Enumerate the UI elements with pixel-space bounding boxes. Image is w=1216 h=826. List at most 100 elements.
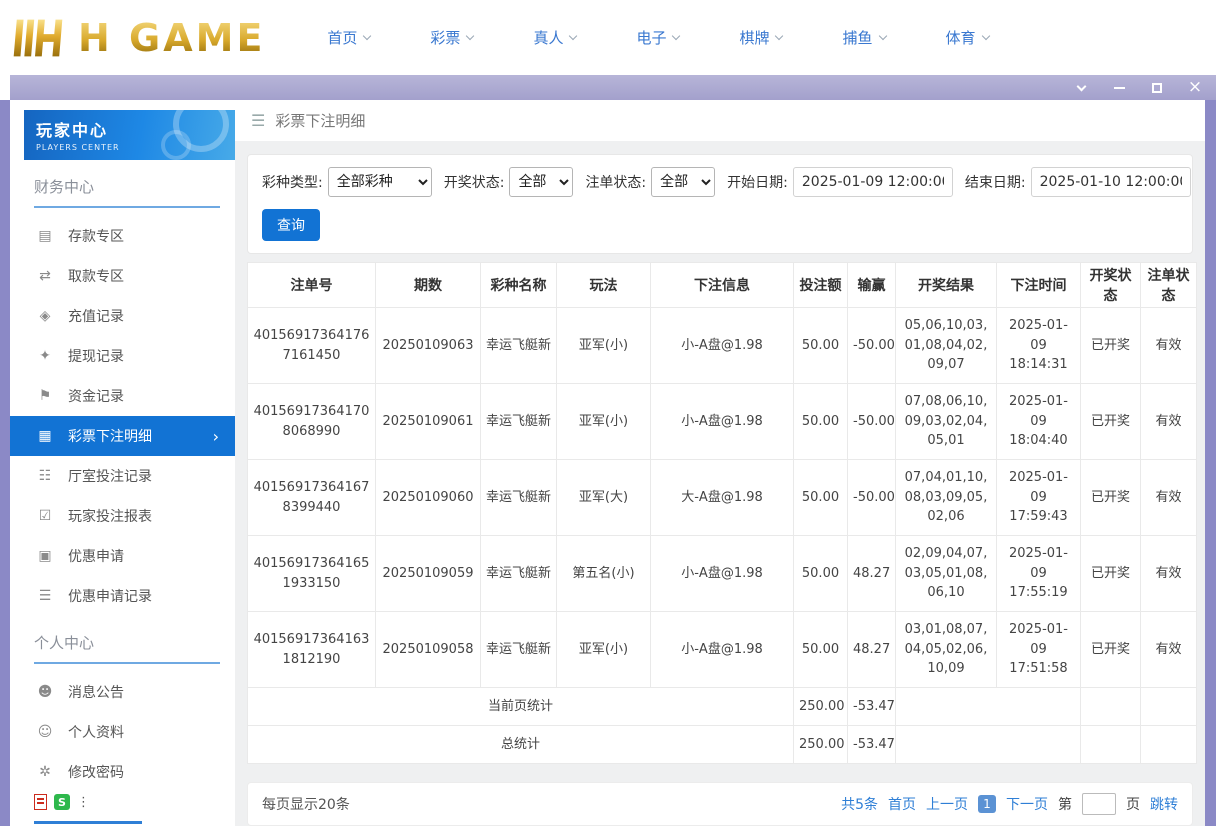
nav-item-live[interactable]: 真人 xyxy=(533,27,578,48)
document-app-icon[interactable] xyxy=(34,794,47,810)
cell-bet-amount: 50.00 xyxy=(793,459,848,536)
chevron-down-icon xyxy=(569,31,578,41)
top-site-bar: H GAME 首页 彩票 真人 电子 棋牌 捕鱼 体育 xyxy=(0,0,1216,75)
sidebar-item-change-password[interactable]: ✲ 修改密码 xyxy=(10,752,235,792)
cell-period: 20250109058 xyxy=(375,611,481,688)
nav-item-electronic[interactable]: 电子 xyxy=(636,27,681,48)
cell-win-loss: 48.27 xyxy=(847,611,896,688)
section-title-finance: 财务中心 xyxy=(34,176,220,208)
main-content: ☰ 彩票下注明细 彩种类型: 全部彩种 开奖状态: 全部 注单状态: 全部 开始… xyxy=(235,100,1205,826)
window-maximize-button[interactable] xyxy=(1150,81,1164,95)
window-close-button[interactable]: × xyxy=(1188,79,1202,96)
cell-draw-status: 已开奖 xyxy=(1080,459,1141,536)
cell-play-type: 亚军(小) xyxy=(556,611,651,688)
cell-order-status: 有效 xyxy=(1140,611,1197,688)
sidebar-item-hall-bet-record[interactable]: ☷ 厅室投注记录 xyxy=(10,456,235,496)
draw-status-filter: 开奖状态: 全部 xyxy=(444,167,574,197)
jump-prefix-label: 第 xyxy=(1058,797,1072,813)
cell-bet-amount: 50.00 xyxy=(793,307,848,384)
order-status-label: 注单状态: xyxy=(585,175,647,191)
sidebar-item-messages[interactable]: ☻ 消息公告 xyxy=(10,672,235,712)
nav-item-lottery[interactable]: 彩票 xyxy=(430,27,475,48)
cell-bet-amount: 50.00 xyxy=(793,611,848,688)
summary-bet-total: 250.00 xyxy=(793,687,848,726)
sidebar-item-label: 个人资料 xyxy=(68,725,124,741)
profile-icon: ☺ xyxy=(37,724,53,740)
sidebar-item-funds-record[interactable]: ⚑ 资金记录 xyxy=(10,376,235,416)
cell-play-type: 亚军(大) xyxy=(556,459,651,536)
total-count-text: 共5条 xyxy=(841,797,878,813)
chevron-right-icon: › xyxy=(212,426,219,446)
window-minimize-button[interactable] xyxy=(1112,81,1126,95)
cell-lottery-name: 幸运飞艇新 xyxy=(480,611,557,688)
window-collapse-button[interactable] xyxy=(1074,81,1088,95)
logo[interactable]: H GAME xyxy=(10,14,265,62)
pagination-bar: 每页显示20条 共5条 首页 上一页 1 下一页 第 页 跳转 xyxy=(247,782,1193,826)
nav-item-chess[interactable]: 棋牌 xyxy=(739,27,784,48)
page: H GAME 首页 彩票 真人 电子 棋牌 捕鱼 体育 × 玩家中心 PLAYE… xyxy=(0,0,1216,826)
sidebar-bottom-rule xyxy=(34,821,142,824)
cell-bet-info: 小-A盘@1.98 xyxy=(650,611,794,688)
jump-button[interactable]: 跳转 xyxy=(1150,794,1178,814)
deposit-icon: ▤ xyxy=(38,228,52,244)
end-date-input[interactable] xyxy=(1030,167,1191,197)
sidebar-item-lottery-bet-detail[interactable]: ▦ 彩票下注明细 › xyxy=(10,416,235,456)
summary-row-current-page: 当前页统计 250.00 -53.47 xyxy=(247,687,1197,726)
next-page-link[interactable]: 下一页 xyxy=(1006,794,1048,814)
first-page-link[interactable]: 首页 xyxy=(888,794,916,814)
cell-bet-amount: 50.00 xyxy=(793,383,848,460)
nav-item-label: 彩票 xyxy=(430,29,461,47)
sidebar-item-promo-apply[interactable]: ▣ 优惠申请 xyxy=(10,536,235,576)
personal-menu: ☻ 消息公告 ☺ 个人资料 ✲ 修改密码 xyxy=(10,672,235,792)
draw-status-select[interactable]: 全部 xyxy=(509,167,574,197)
sidebar-item-recharge-record[interactable]: ◈ 充值记录 xyxy=(10,296,235,336)
summary-empty xyxy=(1080,687,1141,726)
column-header: 注单号 xyxy=(247,262,376,308)
cell-bet-id: 401569173641678399440 xyxy=(247,459,376,536)
nav-item-home[interactable]: 首页 xyxy=(327,27,372,48)
sidebar-item-profile[interactable]: ☺ 个人资料 xyxy=(10,712,235,752)
nav-item-label: 电子 xyxy=(636,29,667,47)
nav-item-fishing[interactable]: 捕鱼 xyxy=(842,27,887,48)
message-icon: ☻ xyxy=(37,684,53,700)
cell-play-type: 第五名(小) xyxy=(556,535,651,612)
sidebar-item-withdraw[interactable]: ⇄ 取款专区 xyxy=(10,256,235,296)
column-header: 下注信息 xyxy=(650,262,794,308)
nav-item-sports[interactable]: 体育 xyxy=(946,27,990,48)
players-center-subtitle: PLAYERS CENTER xyxy=(36,143,120,152)
start-date-input[interactable] xyxy=(792,167,953,197)
chevron-down-icon xyxy=(775,31,784,41)
sidebar-item-label: 优惠申请记录 xyxy=(68,589,152,605)
withdraw-icon: ⇄ xyxy=(39,268,51,284)
page-jump-input[interactable] xyxy=(1082,793,1116,815)
more-dots-icon[interactable]: ⋮ xyxy=(77,795,90,810)
sidebar-item-promo-apply-record[interactable]: ☰ 优惠申请记录 xyxy=(10,576,235,616)
lottery-type-select[interactable]: 全部彩种 xyxy=(327,167,432,197)
page-title: 彩票下注明细 xyxy=(275,112,366,130)
promo-apply-record-icon: ☰ xyxy=(38,588,52,604)
sidebar-item-player-report[interactable]: ☑ 玩家投注报表 xyxy=(10,496,235,536)
app-body: 玩家中心 PLAYERS CENTER 财务中心 ▤ 存款专区 ⇄ 取款专区 ◈ 充值… xyxy=(0,100,1216,826)
menu-icon[interactable]: ☰ xyxy=(251,111,265,130)
table-row: 401569173641678399440 20250109060 幸运飞艇新 … xyxy=(247,459,1197,536)
summary-win-loss: -53.47 xyxy=(847,687,896,726)
summary-empty xyxy=(1080,725,1141,764)
cell-draw-result: 07,04,01,10,08,03,09,05,02,06 xyxy=(895,459,997,536)
cell-win-loss: -50.00 xyxy=(847,459,896,536)
window-titlebar: × xyxy=(10,75,1216,100)
cell-draw-result: 05,06,10,03,01,08,04,02,09,07 xyxy=(895,307,997,384)
hall-bet-record-icon: ☷ xyxy=(38,468,52,484)
column-header: 投注额 xyxy=(793,262,848,308)
search-button[interactable]: 查询 xyxy=(262,209,320,241)
sidebar-item-withdraw-record[interactable]: ✦ 提现记录 xyxy=(10,336,235,376)
order-status-select[interactable]: 全部 xyxy=(651,167,716,197)
sidebar-item-deposit[interactable]: ▤ 存款专区 xyxy=(10,216,235,256)
prev-page-link[interactable]: 上一页 xyxy=(926,794,968,814)
cell-lottery-name: 幸运飞艇新 xyxy=(480,307,557,384)
cell-win-loss: -50.00 xyxy=(847,383,896,460)
draw-status-label: 开奖状态: xyxy=(443,175,505,191)
table-header-row: 注单号 期数 彩种名称 玩法 下注信息 投注额 输赢 开奖结果 下注时间 开奖状… xyxy=(247,262,1197,308)
current-page-indicator[interactable]: 1 xyxy=(978,795,996,813)
cell-bet-id: 401569173641631812190 xyxy=(247,611,376,688)
s-app-icon[interactable]: S xyxy=(54,794,70,810)
